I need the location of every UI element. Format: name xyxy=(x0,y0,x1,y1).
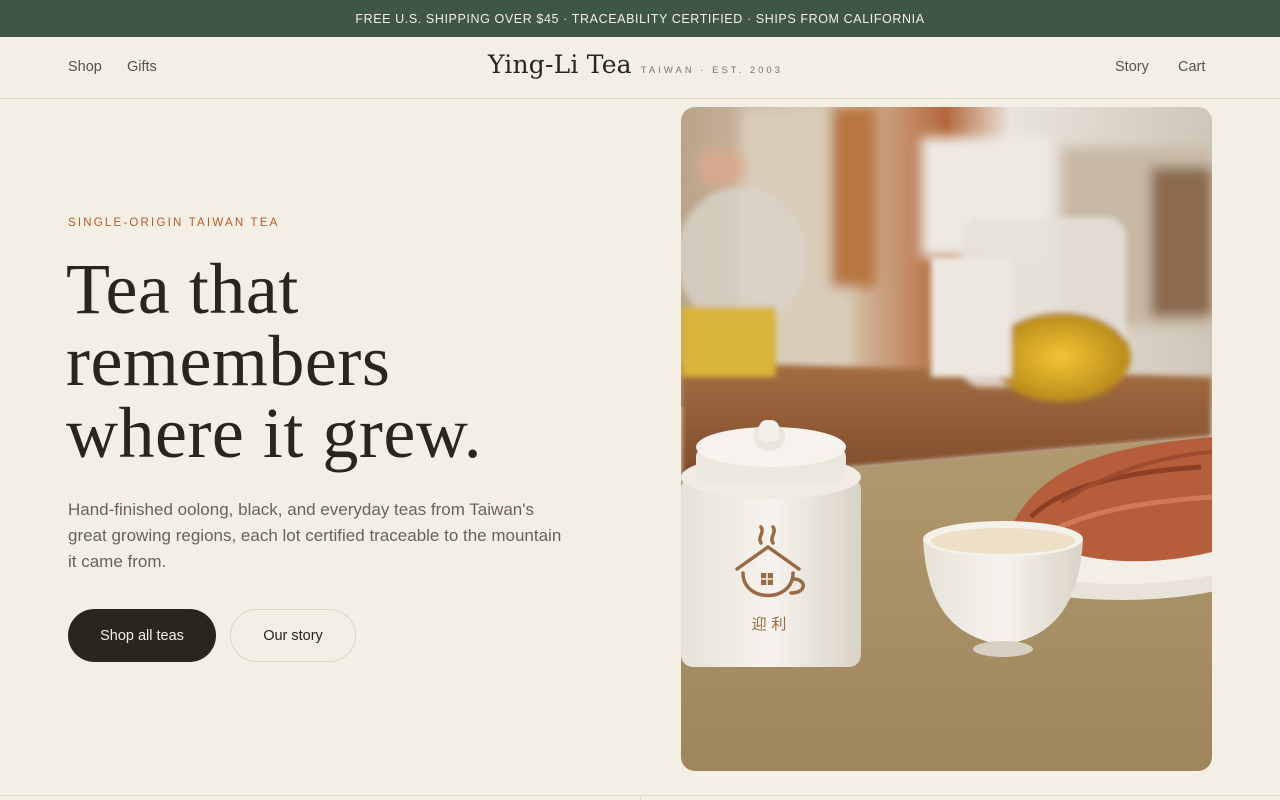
hero-image: 迎 利 xyxy=(681,107,1212,771)
nav-cart-link[interactable]: Cart xyxy=(1178,59,1205,75)
nav-gifts-link[interactable]: Gifts xyxy=(127,59,157,75)
site-header: Shop Gifts Ying-Li Tea TAIWAN · EST. 200… xyxy=(0,37,1280,99)
section-divider-tick xyxy=(640,795,641,800)
shop-all-teas-button[interactable]: Shop all teas xyxy=(68,609,216,662)
caddy-mark: 迎 利 xyxy=(752,615,787,633)
logo-name: Ying-Li Tea xyxy=(488,50,632,79)
logo-tagline: TAIWAN · EST. 2003 xyxy=(640,65,783,76)
headline-line: remembers xyxy=(66,321,391,401)
headline-line: Tea that xyxy=(66,249,299,329)
hero-eyebrow: SINGLE-ORIGIN TAIWAN TEA xyxy=(68,217,280,229)
announcement-bar: FREE U.S. SHIPPING OVER $45 · TRACEABILI… xyxy=(0,0,1280,37)
our-story-button[interactable]: Our story xyxy=(230,609,356,662)
site-logo[interactable]: Ying-Li Tea TAIWAN · EST. 2003 xyxy=(488,50,783,79)
hero-headline: Tea that remembers where it grew. xyxy=(66,253,626,469)
nav-story-link[interactable]: Story xyxy=(1115,59,1149,75)
headline-line: where it grew. xyxy=(66,393,483,473)
nav-shop-link[interactable]: Shop xyxy=(68,59,102,75)
announcement-text: FREE U.S. SHIPPING OVER $45 · TRACEABILI… xyxy=(355,11,925,26)
hero-description: Hand-finished oolong, black, and everyda… xyxy=(68,500,562,571)
